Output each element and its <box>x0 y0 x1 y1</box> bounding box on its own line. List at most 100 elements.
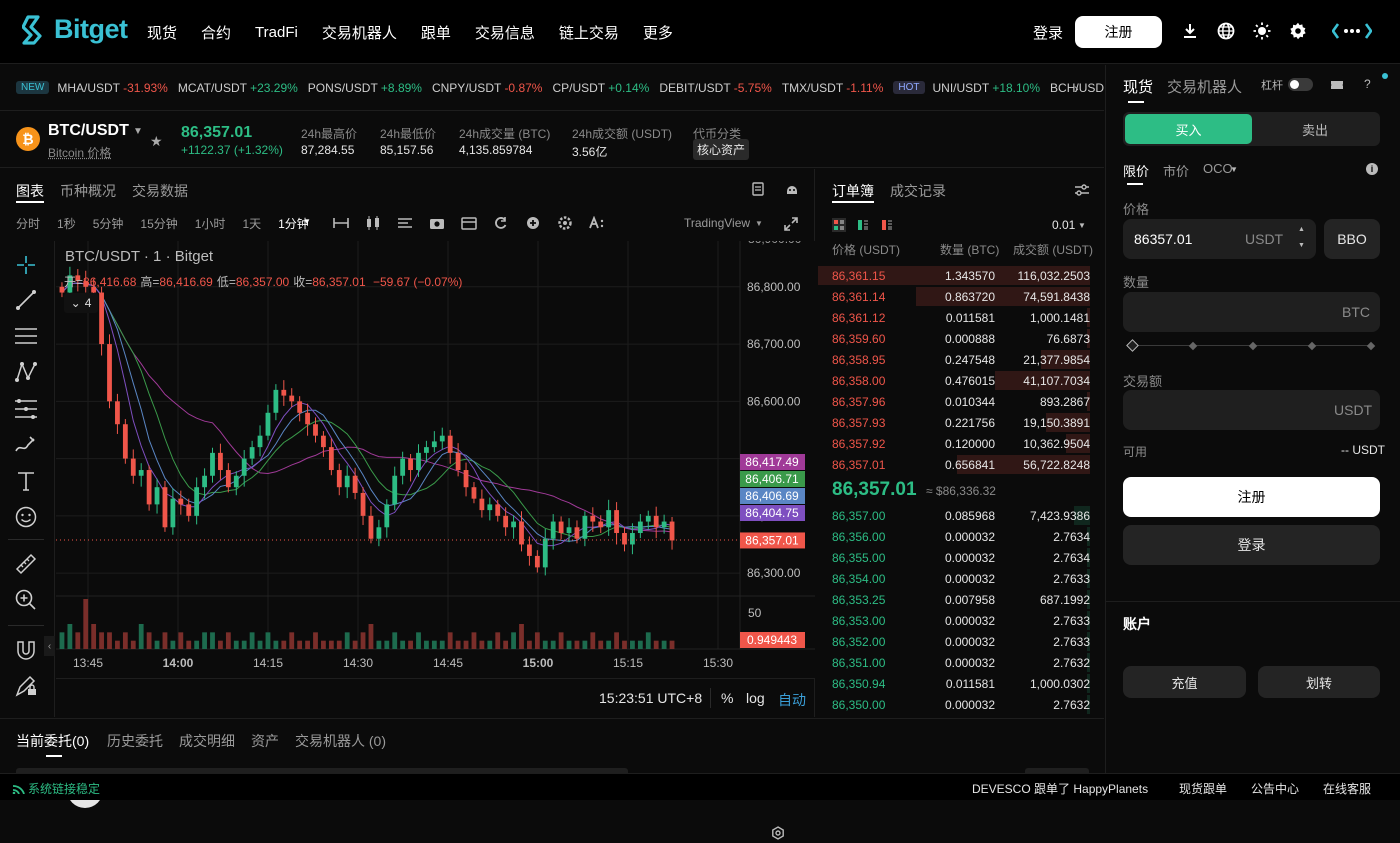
ticker-item[interactable]: TMX/USDT -1.11% <box>782 81 884 95</box>
bid-row[interactable]: 86,357.00 0.085968 7,423.9386 <box>816 506 1104 527</box>
tab-bot-orders[interactable]: 交易机器人 (0) <box>295 731 386 751</box>
ask-row[interactable]: 86,358.95 0.247548 21,377.9854 <box>816 350 1104 371</box>
ask-row[interactable]: 86,357.01 0.656841 56,722.8248 <box>816 455 1104 476</box>
price-chart[interactable]: 86,900.0086,300.0086,400.0086,500.0086,6… <box>56 241 815 678</box>
tradingview-caret-icon[interactable]: ▼ <box>755 219 763 228</box>
notes-icon[interactable] <box>752 182 764 199</box>
symbol-dropdown-caret-icon[interactable]: ▼ <box>133 126 143 137</box>
interval-dropdown-caret-icon[interactable]: ▼ <box>303 217 311 226</box>
bid-row[interactable]: 86,352.00 0.000032 2.7633 <box>816 632 1104 653</box>
tab-fills[interactable]: 成交明细 <box>179 731 235 751</box>
ask-row[interactable]: 86,357.96 0.010344 893.2867 <box>816 392 1104 413</box>
link-announcements[interactable]: 公告中心 <box>1251 780 1299 797</box>
tab-assets[interactable]: 资产 <box>251 731 279 751</box>
nav-futures[interactable]: 合约 <box>201 22 231 43</box>
emoji-tool-icon[interactable] <box>14 505 38 529</box>
tab-order-history[interactable]: 历史委托 <box>107 731 163 751</box>
interval-time[interactable]: 分时 <box>16 215 40 232</box>
ask-row[interactable]: 86,357.93 0.221756 19,150.3891 <box>816 413 1104 434</box>
bbo-button[interactable]: BBO <box>1324 219 1380 259</box>
indicator-bars-icon[interactable] <box>332 216 350 230</box>
axis-settings-icon[interactable] <box>771 826 785 843</box>
fib-tool-icon[interactable] <box>14 397 38 421</box>
category-badge[interactable]: 核心资产 <box>693 139 749 160</box>
crosshair-tool-icon[interactable] <box>14 253 38 277</box>
bid-row[interactable]: 86,356.00 0.000032 2.7634 <box>816 527 1104 548</box>
fullscreen-expand-icon[interactable] <box>784 217 798 234</box>
symbol-name[interactable]: Bitcoin 价格 <box>48 144 111 161</box>
register-button[interactable]: 注册 <box>1075 16 1162 48</box>
link-spot-copy[interactable]: 现货跟单 <box>1179 780 1227 797</box>
text-tool-icon[interactable] <box>14 469 38 493</box>
ticker-item[interactable]: MHA/USDT -31.93% <box>57 81 168 95</box>
chart-settings-icon[interactable] <box>556 216 574 230</box>
bid-row[interactable]: 86,351.00 0.000032 2.7632 <box>816 653 1104 674</box>
globe-icon[interactable] <box>1217 22 1235 40</box>
nav-trade-info[interactable]: 交易信息 <box>475 22 535 43</box>
price-stepper-icon[interactable]: ▲ ▼ <box>1298 222 1305 254</box>
ruler-tool-icon[interactable] <box>14 552 38 576</box>
fee-ticket-icon[interactable] <box>1330 79 1344 94</box>
bid-row[interactable]: 86,350.94 0.011581 1,000.0302 <box>816 674 1104 695</box>
zoom-in-tool-icon[interactable] <box>14 588 38 612</box>
tab-spot-trade[interactable]: 现货 <box>1123 76 1153 97</box>
tab-chart[interactable]: 图表 <box>16 181 44 201</box>
symbol-pair[interactable]: BTC/USDT <box>48 122 129 140</box>
tab-trade-bots[interactable]: 交易机器人 <box>1167 76 1242 97</box>
candle-type-icon[interactable] <box>364 216 382 230</box>
tab-open-orders[interactable]: 当前委托(0) <box>16 731 89 751</box>
bid-row[interactable]: 86,353.00 0.000032 2.7633 <box>816 611 1104 632</box>
theme-sun-icon[interactable] <box>1253 22 1271 40</box>
hot-ticker-item[interactable]: UNI/USDT +18.10% <box>933 81 1041 95</box>
tab-orderbook[interactable]: 订单簿 <box>832 181 874 201</box>
download-icon[interactable] <box>1181 22 1199 40</box>
tradingview-selector[interactable]: TradingView <box>684 216 750 230</box>
order-type-limit[interactable]: 限价 <box>1123 161 1149 180</box>
percent-scale-toggle[interactable]: % <box>721 690 733 706</box>
ask-row[interactable]: 86,361.15 1.343570 116,032.2503 <box>816 266 1104 287</box>
brush-tool-icon[interactable] <box>14 433 38 457</box>
bid-row[interactable]: 86,350.00 0.000032 2.7632 <box>816 695 1104 716</box>
interval-5m[interactable]: 5分钟 <box>93 215 124 232</box>
robot-icon[interactable] <box>785 182 799 199</box>
nav-more[interactable]: 更多 <box>643 22 673 43</box>
favorite-star-icon[interactable]: ★ <box>150 133 163 150</box>
interval-1d[interactable]: 1天 <box>242 215 261 232</box>
nav-copy[interactable]: 跟单 <box>421 22 451 43</box>
pattern-tool-icon[interactable] <box>14 360 38 384</box>
transfer-button[interactable]: 划转 <box>1258 666 1380 698</box>
magnet-tool-icon[interactable] <box>14 638 38 662</box>
tab-coin-overview[interactable]: 币种概况 <box>60 181 116 201</box>
tab-trade-data[interactable]: 交易数据 <box>132 181 188 201</box>
oco-caret-icon[interactable]: ▼ <box>1230 165 1238 174</box>
collapse-toolbar-chevron-icon[interactable]: ‹ <box>44 636 55 656</box>
interval-15m[interactable]: 15分钟 <box>140 215 177 232</box>
slider-tick-75[interactable] <box>1308 342 1316 350</box>
ask-row[interactable]: 86,358.00 0.476015 41,107.7034 <box>816 371 1104 392</box>
trendline-tool-icon[interactable] <box>14 288 38 312</box>
ask-row[interactable]: 86,357.92 0.120000 10,362.9504 <box>816 434 1104 455</box>
interval-1h[interactable]: 1小时 <box>195 215 226 232</box>
bitget-logo[interactable]: Bitget <box>22 14 128 45</box>
bid-row[interactable]: 86,354.00 0.000032 2.7633 <box>816 569 1104 590</box>
precision-caret-icon[interactable]: ▼ <box>1078 221 1086 230</box>
nav-spot[interactable]: 现货 <box>147 22 177 43</box>
nav-tradfi[interactable]: TradFi <box>255 24 298 41</box>
add-indicator-icon[interactable] <box>524 216 542 230</box>
precision-selector[interactable]: 0.01 <box>1052 218 1075 232</box>
deposit-button[interactable]: 充值 <box>1123 666 1246 698</box>
ask-row[interactable]: 86,361.14 0.863720 74,591.8438 <box>816 287 1104 308</box>
camera-icon[interactable] <box>428 216 446 230</box>
settings-gear-icon[interactable] <box>1289 22 1307 40</box>
interval-1s[interactable]: 1秒 <box>57 215 76 232</box>
bid-row[interactable]: 86,355.00 0.000032 2.7634 <box>816 548 1104 569</box>
qty-slider-handle[interactable] <box>1126 339 1139 352</box>
ticker-item[interactable]: CNPY/USDT -0.87% <box>432 81 543 95</box>
book-asks-only-icon[interactable] <box>880 218 894 232</box>
ask-row[interactable]: 86,359.60 0.000888 76.6873 <box>816 329 1104 350</box>
book-both-sides-icon[interactable] <box>832 218 846 232</box>
text-size-icon[interactable] <box>588 216 606 230</box>
sell-tab-button[interactable]: 卖出 <box>1252 114 1378 144</box>
buy-tab-button[interactable]: 买入 <box>1125 114 1252 144</box>
indicators-collapse-toggle[interactable]: ⌄ 4 <box>64 293 98 313</box>
